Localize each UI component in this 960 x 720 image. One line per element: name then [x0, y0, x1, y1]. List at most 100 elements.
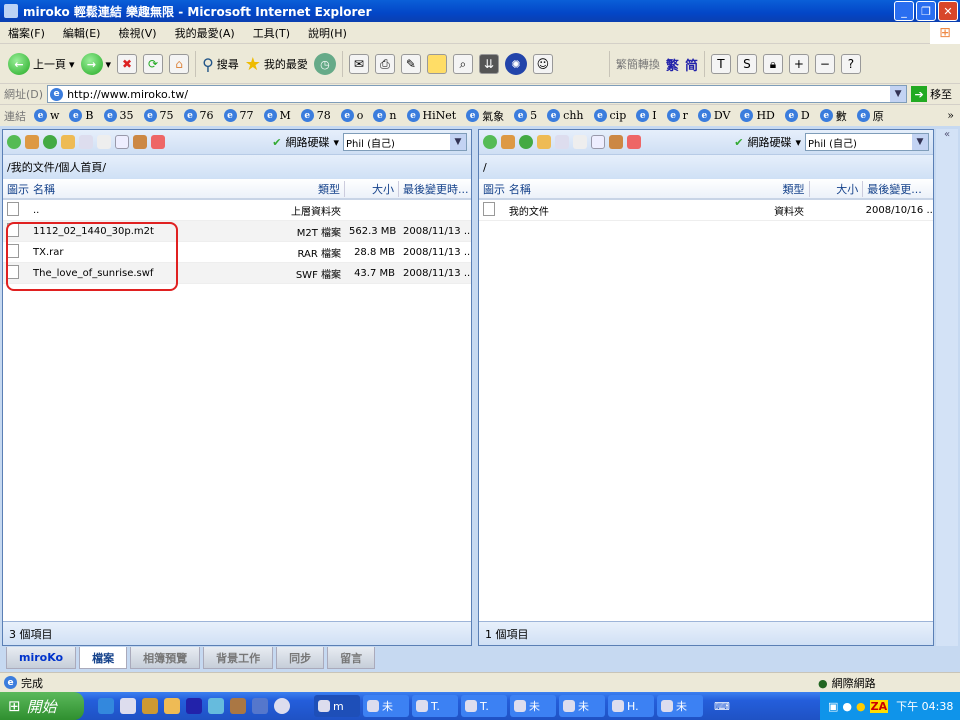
help-icon[interactable]: ? [840, 54, 861, 74]
minimize-button[interactable]: _ [894, 1, 914, 21]
collapse-button[interactable]: « [936, 129, 958, 646]
simplified-button[interactable]: 简 [685, 55, 698, 74]
transfer-icon[interactable] [627, 135, 641, 149]
link-item[interactable]: eM [263, 108, 291, 124]
menu-help[interactable]: 說明(H) [308, 25, 347, 41]
link-item[interactable]: ew [34, 108, 59, 124]
col-name[interactable]: 名稱 [505, 181, 746, 197]
refresh-icon[interactable]: ⟳ [143, 54, 164, 74]
stop-icon[interactable]: ✖ [117, 54, 138, 74]
go-button[interactable]: ➔ 移至 [911, 86, 952, 102]
link-item[interactable]: en [373, 108, 397, 124]
col-type[interactable]: 類型 [746, 180, 810, 197]
col-modified[interactable]: 最後變更... [863, 181, 933, 197]
tab-album-preview[interactable]: 相簿預覽 [130, 647, 201, 669]
zoom-out-icon[interactable]: − [814, 54, 835, 74]
s-icon[interactable]: S [736, 54, 757, 74]
menu-view[interactable]: 檢視(V) [118, 25, 156, 41]
rename-icon[interactable] [79, 135, 93, 149]
col-icon[interactable]: 圖示 [3, 181, 29, 197]
start-button[interactable]: ⊞ 開始 [0, 692, 84, 720]
mail-icon[interactable]: ✉ [348, 54, 369, 74]
user-select[interactable]: Phil (自己) ▼ [805, 133, 929, 151]
tab-background-jobs[interactable]: 背景工作 [203, 647, 274, 669]
zoom-in-icon[interactable]: + [788, 54, 809, 74]
links-more[interactable]: » [947, 109, 954, 122]
traditional-button[interactable]: 繁 [666, 55, 679, 74]
address-input[interactable]: e http://www.miroko.tw/ ▼ [47, 85, 908, 103]
back-button[interactable]: ← 上一頁 ▾ [8, 53, 75, 75]
ok-icon[interactable] [483, 135, 497, 149]
edit-icon[interactable]: ✎ [400, 54, 421, 74]
link-item[interactable]: e HiNet [406, 108, 456, 124]
tab-files[interactable]: 檔案 [79, 647, 128, 669]
tab-sync[interactable]: 同步 [276, 647, 325, 669]
delete-icon[interactable] [97, 135, 111, 149]
link-item[interactable]: e 75 [143, 108, 174, 124]
user-select[interactable]: Phil (自己) ▼ [343, 133, 467, 151]
rename-icon[interactable] [555, 135, 569, 149]
history-icon[interactable]: ◷ [313, 53, 336, 75]
app-icon[interactable] [208, 698, 224, 714]
col-modified[interactable]: 最後變更時... [399, 181, 471, 197]
app-icon[interactable] [142, 698, 158, 714]
menu-favorites[interactable]: 我的最愛(A) [175, 25, 235, 41]
taskbar-task[interactable]: m [314, 695, 360, 717]
link-item[interactable]: eI [636, 108, 657, 124]
network-icon[interactable]: ▣ [828, 700, 838, 713]
link-item[interactable]: e HD [740, 108, 775, 124]
menu-edit[interactable]: 編輯(E) [63, 25, 101, 41]
taskbar-task[interactable]: 未 [510, 695, 556, 717]
note-icon[interactable] [426, 54, 447, 74]
folder-icon[interactable] [164, 698, 180, 714]
link-item[interactable]: e 氣象 [466, 108, 504, 124]
share-icon[interactable] [133, 135, 147, 149]
share-icon[interactable] [609, 135, 623, 149]
taskbar-task[interactable]: 未 [657, 695, 703, 717]
tab-miroko[interactable]: miroKo [6, 647, 77, 669]
taskbar-task[interactable]: 未 [363, 695, 409, 717]
gear-icon[interactable]: ✺ [504, 53, 527, 75]
keyboard-icon[interactable]: ⌨ [714, 700, 730, 713]
delete-icon[interactable] [573, 135, 587, 149]
favorites-button[interactable]: ★ 我的最愛 [245, 54, 308, 75]
file-row[interactable]: .. 上層資料夾 [3, 200, 471, 221]
link-item[interactable]: e DV [697, 108, 730, 124]
t-icon[interactable]: T [710, 54, 731, 74]
app-icon[interactable] [186, 698, 202, 714]
maximize-button[interactable]: ❐ [916, 1, 936, 21]
new-folder-icon[interactable] [537, 135, 551, 149]
tab-messages[interactable]: 留言 [327, 647, 376, 669]
taskbar-task[interactable]: H. [608, 695, 654, 717]
close-button[interactable]: ✕ [938, 1, 958, 21]
col-icon[interactable]: 圖示 [479, 181, 505, 197]
network-drive-menu[interactable]: ✔ 網路硬碟 ▾ [272, 134, 339, 150]
link-item[interactable]: e 76 [183, 108, 214, 124]
app-icon[interactable] [252, 698, 268, 714]
home-icon[interactable]: ⌂ [169, 54, 190, 74]
col-type[interactable]: 類型 [281, 180, 345, 197]
search-button[interactable]: ⚲ 搜尋 [202, 55, 239, 74]
forward-button[interactable]: → ▾ [80, 53, 111, 75]
col-size[interactable]: 大小 [345, 180, 399, 197]
messenger-icon[interactable]: ☺ [532, 54, 553, 74]
link-item[interactable]: eD [784, 108, 810, 124]
link-item[interactable]: e5 [514, 108, 537, 124]
link-item[interactable]: e chh [547, 108, 584, 124]
link-item[interactable]: eo [340, 108, 363, 124]
antivirus-icon[interactable]: ● [856, 700, 866, 713]
menu-file[interactable]: 檔案(F) [8, 25, 45, 41]
ok-icon[interactable] [7, 135, 21, 149]
link-item[interactable]: e 77 [223, 108, 254, 124]
menu-tools[interactable]: 工具(T) [253, 25, 290, 41]
app-icon[interactable] [230, 698, 246, 714]
taskbar-task[interactable]: T. [461, 695, 507, 717]
upload-icon[interactable] [115, 135, 129, 149]
upload-icon[interactable] [591, 135, 605, 149]
download-icon[interactable]: ⇊ [478, 54, 499, 74]
desktop-icon[interactable] [120, 698, 136, 714]
link-item[interactable]: e 78 [300, 108, 331, 124]
col-size[interactable]: 大小 [810, 180, 864, 197]
link-item[interactable]: e cip [593, 108, 626, 124]
research-icon[interactable]: ⌕ [452, 54, 473, 74]
